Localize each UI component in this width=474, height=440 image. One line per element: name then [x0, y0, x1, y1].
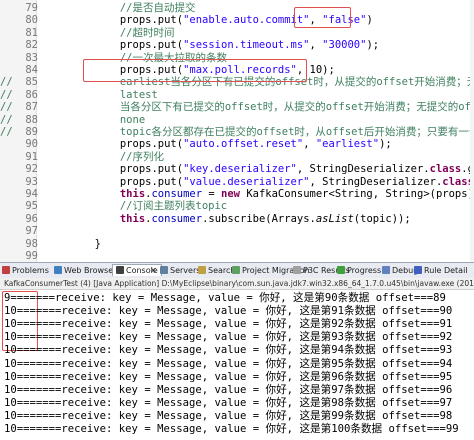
code-token: }: [44, 237, 101, 250]
code-token: "enable.auto.commit": [183, 14, 310, 27]
tab-icon: [337, 266, 345, 274]
code-token: ): [366, 14, 373, 27]
tab-label: Problems: [12, 266, 49, 275]
tab-rule-detail[interactable]: Rule Detail: [414, 265, 468, 276]
code-token: );: [366, 39, 380, 52]
tab-label: Web Browser: [64, 266, 117, 275]
console-output[interactable]: 9=======receive: key = Message, value = …: [0, 291, 474, 440]
code-token: props.put(: [44, 14, 184, 27]
tab-label: Servers: [170, 266, 201, 275]
code-line: 99: [0, 249, 474, 262]
code-token: asList: [315, 212, 354, 225]
code-token: props.put(: [44, 163, 184, 176]
tab-label: Progress: [347, 266, 382, 275]
code-token: props.put(: [44, 138, 184, 151]
tab-icon: [160, 266, 168, 274]
tab-debug[interactable]: Debug: [382, 265, 418, 276]
tab-icon: [382, 266, 390, 274]
line-number: 99: [25, 250, 38, 262]
tab-icon: [414, 266, 422, 274]
tab-problems[interactable]: Problems: [2, 265, 49, 276]
code-token: );: [379, 138, 392, 151]
tab-icon: [54, 266, 62, 274]
code-token: (topic));: [353, 212, 411, 225]
code-token: "30000": [322, 39, 367, 52]
code-token: 当各分区下有已提交的offset时，从提交的offset开始消费；无提交的off…: [119, 101, 474, 114]
tab-icon: [232, 266, 240, 274]
console-process-label: KafkaConsumerTest (4) [Java Application]…: [0, 278, 474, 290]
code-token: topic各分区都存在已提交的offset时，从offset后开始消费；只要有一…: [119, 126, 474, 138]
tab-icon: [2, 266, 10, 274]
code-token: "session.timeout.ms": [183, 39, 310, 52]
highlight-box-false: [294, 7, 351, 28]
tab-icon: [198, 266, 206, 274]
tab-icon: [116, 266, 124, 274]
tab-servers[interactable]: Servers: [160, 265, 200, 276]
code-token: "auto.offset.reset": [183, 138, 304, 151]
tab-progress[interactable]: Progress: [337, 265, 381, 276]
code-token: consumer: [151, 188, 203, 200]
code-token: latest: [119, 88, 158, 101]
code-token: , StringDeserializer.: [296, 163, 430, 176]
code-token: .subscribe(Arrays.: [202, 212, 316, 225]
highlight-box-max-poll-records: [83, 59, 307, 82]
view-tab-bar: Problems Web Browser Console ✕ Servers Search…: [0, 262, 474, 279]
tab-search[interactable]: Search: [198, 265, 235, 276]
code-token: props.put(: [44, 175, 184, 188]
code-editor[interactable]: 79 //是否自动提交 80 props.put("enable.auto.com…: [0, 0, 474, 262]
code-token: new: [221, 188, 240, 200]
tab-label: Rule Detail: [424, 266, 468, 275]
tab--[interactable]: ✕: [150, 265, 157, 276]
code-token: "earliest": [315, 138, 380, 151]
code-token: this: [119, 212, 146, 225]
code-token: "value.deserializer": [183, 175, 310, 188]
code-token: "key.deserializer": [183, 163, 297, 176]
code-token: KafkaConsumer<String, String>(props);: [240, 188, 474, 200]
tab-web-browser[interactable]: Web Browser: [54, 265, 116, 276]
code-token: =: [202, 188, 222, 200]
code-token: class: [429, 163, 462, 176]
editor-scrollbar[interactable]: [470, 0, 474, 262]
code-token: this: [119, 188, 146, 200]
code-token: none: [119, 113, 146, 126]
code-token: //序列化: [119, 150, 165, 163]
code-token: consumer: [151, 212, 203, 225]
code-token: //是否自动提交: [119, 2, 196, 14]
tab-icon: [293, 266, 301, 274]
code-token: //订阅主题列表topic: [119, 200, 228, 213]
tab-label: ✕: [150, 266, 157, 275]
console-line: 10=======receive: key = Message, value =…: [4, 423, 459, 435]
code-token: //超时时间: [119, 26, 175, 39]
code-token: props.put(: [44, 39, 184, 52]
code-token: ,: [309, 39, 323, 52]
code-token: , StringDeserializer.: [309, 175, 443, 188]
code-token: ,: [303, 138, 316, 151]
